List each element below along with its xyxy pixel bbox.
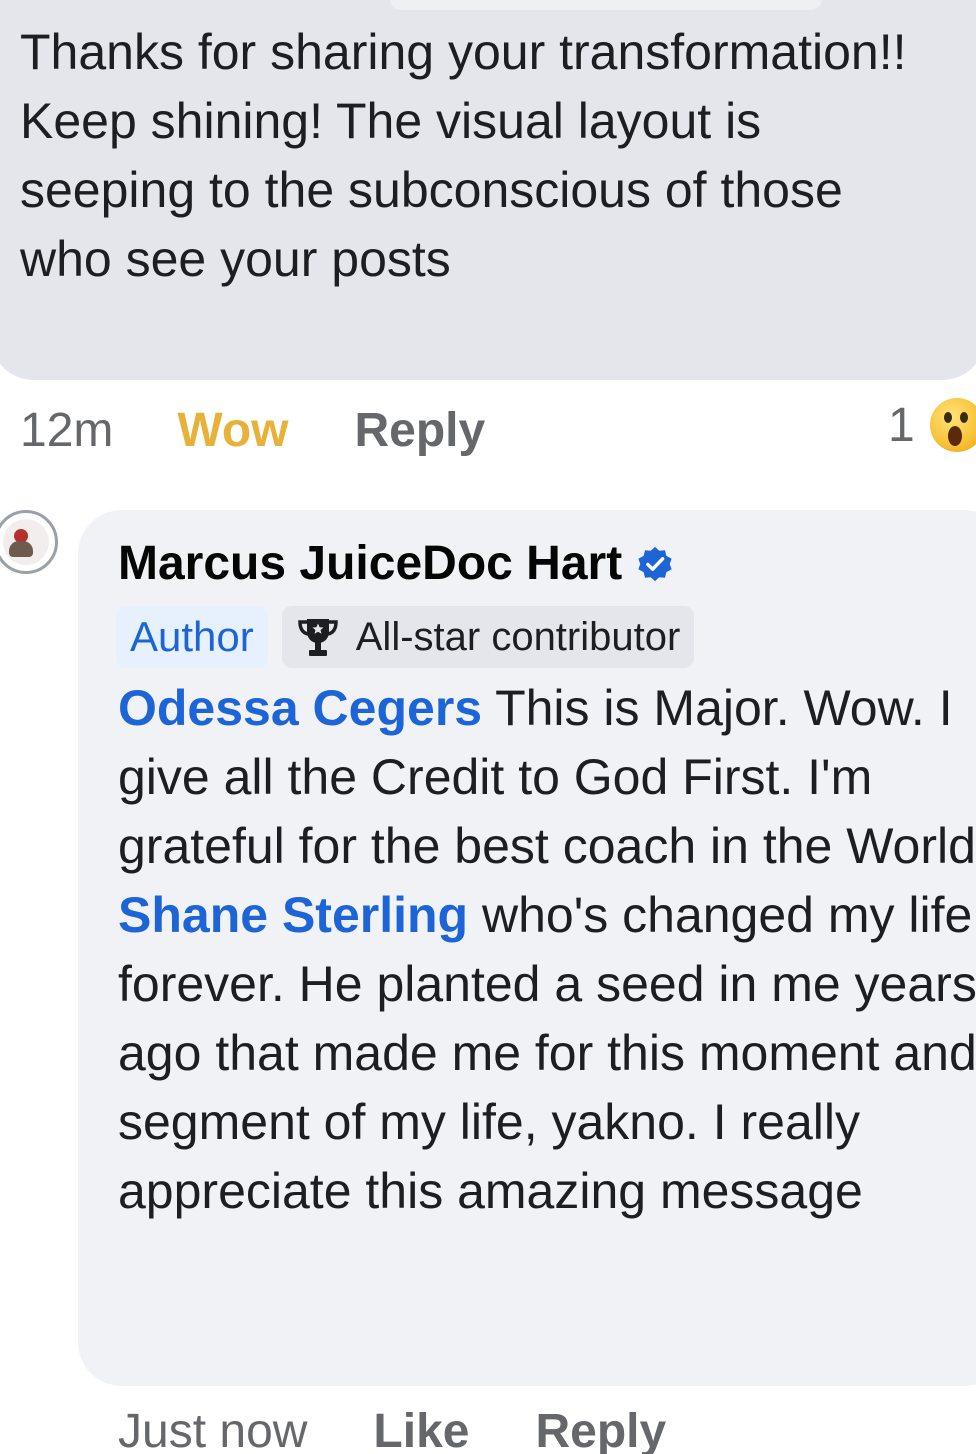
comment-header-partial (390, 0, 822, 10)
reply-timestamp[interactable]: Just now (118, 1404, 307, 1454)
reaction-count[interactable]: 1 (888, 398, 915, 453)
reply-actions: Just now Like Reply (118, 1404, 666, 1454)
verified-badge-icon (638, 546, 672, 581)
reply-button[interactable]: Reply (354, 403, 485, 458)
like-button[interactable]: Like (373, 1404, 469, 1454)
comment-timestamp[interactable]: 12m (20, 403, 113, 458)
reply-button[interactable]: Reply (535, 1404, 666, 1454)
comment-thread: Thanks for sharing your transformation!!… (0, 0, 976, 1454)
author-badge[interactable]: Author (116, 606, 268, 668)
mention-link[interactable]: Odessa Cegers (118, 680, 482, 736)
comment-actions: 12m Wow Reply (20, 398, 485, 462)
mention-link[interactable]: Shane Sterling (118, 887, 468, 943)
wow-reaction-button[interactable]: Wow (177, 403, 288, 458)
allstar-badge[interactable]: All-star contributor (281, 606, 695, 668)
trophy-icon (297, 619, 338, 656)
author-name[interactable]: Marcus JuiceDoc Hart (118, 536, 622, 591)
allstar-badge-label: All-star contributor (355, 614, 681, 659)
wow-emoji-icon[interactable] (930, 398, 976, 452)
author-name-row: Marcus JuiceDoc Hart (118, 536, 674, 591)
avatar[interactable] (0, 510, 58, 574)
reply-text: Odessa Cegers This is Major. Wow. I give… (118, 674, 976, 1226)
badge-row: Author All-star contributor (116, 606, 695, 668)
comment-text: Thanks for sharing your transformation!!… (20, 24, 907, 287)
